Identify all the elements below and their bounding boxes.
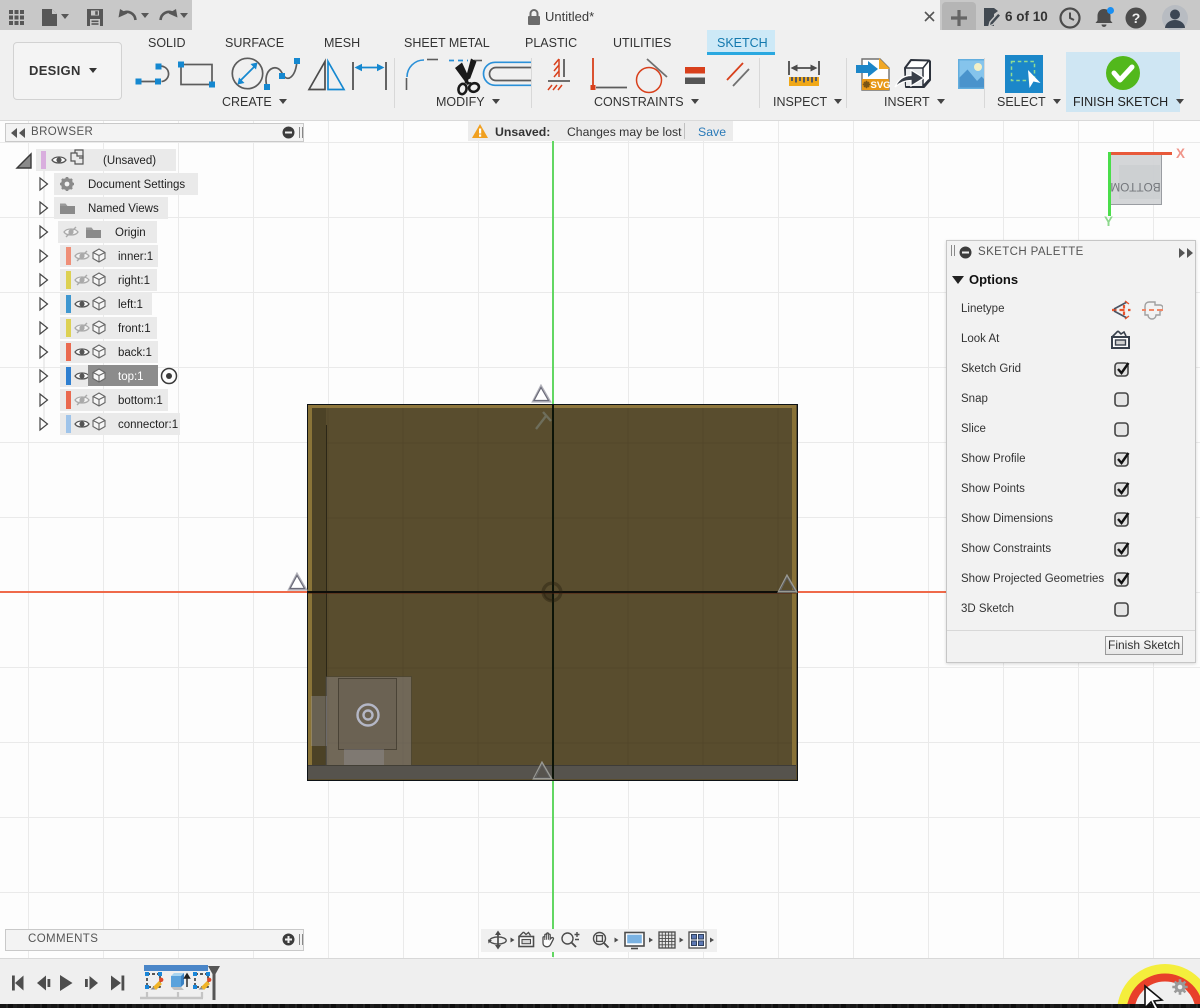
svg-text:Origin: Origin <box>115 227 146 239</box>
svg-text:(Unsaved): (Unsaved) <box>103 155 156 167</box>
svg-text:right:1: right:1 <box>118 275 150 287</box>
svg-text:bottom:1: bottom:1 <box>118 395 163 407</box>
svg-text:back:1: back:1 <box>118 347 152 359</box>
svg-text:Document Settings: Document Settings <box>88 179 185 191</box>
svg-text:SVG: SVG <box>871 80 891 91</box>
svg-text:inner:1: inner:1 <box>118 251 153 263</box>
svg-text:left:1: left:1 <box>118 299 143 311</box>
svg-text:front:1: front:1 <box>118 323 151 335</box>
svg-text:Named Views: Named Views <box>88 203 159 215</box>
svg-text:top:1: top:1 <box>118 371 144 383</box>
svg-text:?: ? <box>1132 10 1141 26</box>
svg-text:connector:1: connector:1 <box>118 419 178 431</box>
